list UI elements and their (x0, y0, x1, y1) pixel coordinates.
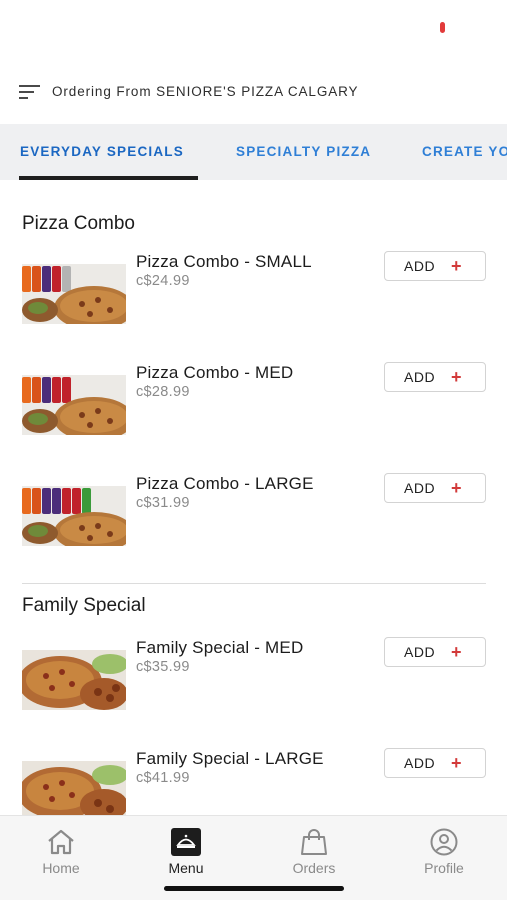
plus-icon: + (451, 478, 462, 498)
home-icon (48, 829, 74, 855)
home-indicator[interactable] (164, 886, 344, 891)
list-item[interactable]: Family Special - MED c$35.99 ADD + (0, 637, 507, 718)
item-name: Pizza Combo - MED (136, 363, 294, 382)
plus-icon: + (451, 642, 462, 662)
list-item[interactable]: Family Special - LARGE c$41.99 ADD + (0, 748, 507, 815)
nav-profile[interactable]: Profile (399, 828, 489, 876)
plus-icon: + (451, 367, 462, 387)
add-label: ADD (404, 755, 436, 771)
recording-indicator (440, 22, 445, 33)
menu-list[interactable]: Pizza Combo Pizza Combo - SMALL c$24.99 … (0, 180, 507, 815)
nav-home-label: Home (42, 860, 80, 876)
pizza-combo-drinks-image (22, 486, 126, 546)
plus-icon: + (451, 753, 462, 773)
menu-cloche-icon (171, 828, 201, 856)
category-tabs: EVERYDAY SPECIALS SPECIALTY PIZZA CREATE… (0, 124, 507, 180)
item-name: Family Special - LARGE (136, 749, 324, 768)
tab-specialty-pizza[interactable]: SPECIALTY PIZZA (236, 144, 371, 159)
item-price: c$35.99 (136, 659, 190, 675)
item-price: c$28.99 (136, 384, 190, 400)
plus-icon: + (451, 256, 462, 276)
list-item[interactable]: Pizza Combo - MED c$28.99 ADD + (0, 362, 507, 443)
pizza-combo-drinks-image (22, 264, 126, 324)
add-label: ADD (404, 258, 436, 274)
bottom-navigation: Home Menu Orders Profile (0, 815, 507, 900)
add-label: ADD (404, 644, 436, 660)
tab-everyday-specials[interactable]: EVERYDAY SPECIALS (20, 144, 184, 159)
section-title-family-special: Family Special (22, 595, 146, 616)
profile-icon (430, 828, 458, 856)
nav-home[interactable]: Home (16, 828, 106, 876)
item-name: Pizza Combo - SMALL (136, 252, 312, 271)
filter-menu-icon[interactable] (19, 84, 41, 100)
nav-orders[interactable]: Orders (269, 828, 359, 876)
family-special-image (22, 650, 126, 710)
tab-create-your-own[interactable]: CREATE YO (422, 144, 507, 159)
item-price: c$31.99 (136, 495, 190, 511)
shopping-bag-icon (301, 829, 327, 855)
list-item[interactable]: Pizza Combo - SMALL c$24.99 ADD + (0, 251, 507, 332)
nav-menu[interactable]: Menu (141, 828, 231, 876)
family-special-image (22, 761, 126, 815)
ordering-from-label: Ordering From SENIORE'S PIZZA CALGARY (52, 84, 359, 99)
pizza-combo-drinks-image (22, 375, 126, 435)
section-title-pizza-combo: Pizza Combo (22, 213, 135, 234)
add-button[interactable]: ADD + (384, 362, 486, 392)
add-label: ADD (404, 480, 436, 496)
ordering-from-bar[interactable]: Ordering From SENIORE'S PIZZA CALGARY (0, 78, 507, 106)
add-button[interactable]: ADD + (384, 473, 486, 503)
item-name: Family Special - MED (136, 638, 304, 657)
section-divider (22, 583, 486, 584)
item-name: Pizza Combo - LARGE (136, 474, 314, 493)
nav-orders-label: Orders (292, 860, 336, 876)
add-label: ADD (404, 369, 436, 385)
add-button[interactable]: ADD + (384, 251, 486, 281)
add-button[interactable]: ADD + (384, 748, 486, 778)
item-price: c$24.99 (136, 273, 190, 289)
list-item[interactable]: Pizza Combo - LARGE c$31.99 ADD + (0, 473, 507, 554)
add-button[interactable]: ADD + (384, 637, 486, 667)
nav-menu-label: Menu (168, 860, 204, 876)
nav-profile-label: Profile (424, 860, 464, 876)
item-price: c$41.99 (136, 770, 190, 786)
